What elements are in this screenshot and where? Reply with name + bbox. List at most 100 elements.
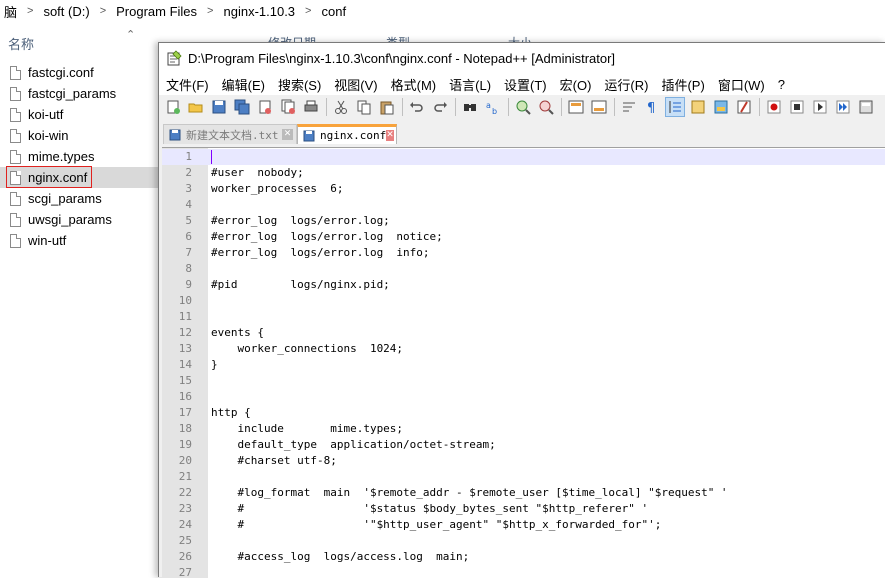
- breadcrumb-item-pc[interactable]: 脑: [0, 2, 21, 21]
- menu-format[interactable]: 格式(M): [384, 75, 443, 94]
- print-icon[interactable]: [302, 98, 320, 116]
- menu-search[interactable]: 搜索(S): [271, 75, 327, 94]
- file-item-win-utf[interactable]: win-utf: [0, 230, 160, 251]
- code-line[interactable]: 27: [162, 565, 885, 578]
- line-number: 12: [178, 326, 192, 339]
- zoom-in-icon[interactable]: [514, 98, 532, 116]
- title-bar[interactable]: D:\Program Files\nginx-1.10.3\conf\nginx…: [159, 43, 885, 73]
- menu-window[interactable]: 窗口(W): [711, 75, 771, 94]
- new-file-icon[interactable]: [164, 98, 182, 116]
- file-item-koi-utf[interactable]: koi-utf: [0, 104, 160, 125]
- function-list-icon[interactable]: [735, 98, 753, 116]
- menu-file[interactable]: 文件(F): [159, 75, 215, 94]
- code-line[interactable]: 14}: [162, 357, 885, 373]
- code-line[interactable]: 17 http {: [162, 405, 885, 421]
- file-item-uwsgi-params[interactable]: uwsgi_params: [0, 209, 160, 230]
- save-all-icon[interactable]: [233, 98, 251, 116]
- code-line[interactable]: 7 #error_log logs/error.log info;: [162, 245, 885, 261]
- redo-icon[interactable]: [431, 98, 449, 116]
- close-tab-icon[interactable]: ✕: [386, 130, 394, 141]
- code-line[interactable]: 1: [162, 149, 885, 165]
- tab-nginx-conf[interactable]: nginx.conf ✕: [297, 124, 397, 144]
- doc-map-icon[interactable]: [712, 98, 730, 116]
- code-line[interactable]: 23 # '$status $body_bytes_sent "$http_re…: [162, 501, 885, 517]
- code-line[interactable]: 25: [162, 533, 885, 549]
- menu-run[interactable]: 运行(R): [597, 75, 654, 94]
- code-line[interactable]: 4: [162, 197, 885, 213]
- code-line[interactable]: 13 worker_connections 1024;: [162, 341, 885, 357]
- undo-icon[interactable]: [408, 98, 426, 116]
- replace-icon[interactable]: ab: [484, 98, 502, 116]
- code-line[interactable]: 5 #error_log logs/error.log;: [162, 213, 885, 229]
- record-macro-icon[interactable]: [765, 98, 783, 116]
- find-icon[interactable]: [461, 98, 479, 116]
- menu-plugins[interactable]: 插件(P): [654, 75, 710, 94]
- code-line[interactable]: 6 #error_log logs/error.log notice;: [162, 229, 885, 245]
- file-item-fastcgi-conf[interactable]: fastcgi.conf: [0, 62, 160, 83]
- code-line[interactable]: 11: [162, 309, 885, 325]
- file-icon: [10, 65, 21, 80]
- breadcrumb-item-drive[interactable]: soft (D:): [39, 4, 93, 19]
- code-line[interactable]: 21: [162, 469, 885, 485]
- menu-macro[interactable]: 宏(O): [553, 75, 598, 94]
- line-text: worker_connections 1024;: [211, 342, 404, 355]
- code-line[interactable]: 18 include mime.types;: [162, 421, 885, 437]
- copy-icon[interactable]: [355, 98, 373, 116]
- zoom-out-icon[interactable]: [537, 98, 555, 116]
- line-number: 5: [185, 214, 192, 227]
- file-item-fastcgi-params[interactable]: fastcgi_params: [0, 83, 160, 104]
- close-tab-icon[interactable]: ✕: [282, 129, 293, 140]
- indent-guide-icon[interactable]: [665, 97, 685, 117]
- paste-icon[interactable]: [378, 98, 396, 116]
- play-macro-icon[interactable]: [811, 98, 829, 116]
- open-file-icon[interactable]: [187, 98, 205, 116]
- code-line[interactable]: 26 #access_log logs/access.log main;: [162, 549, 885, 565]
- line-text: #access_log logs/access.log main;: [211, 550, 470, 563]
- breadcrumb-item-nginx[interactable]: nginx-1.10.3: [219, 4, 299, 19]
- menu-help[interactable]: ?: [771, 77, 791, 92]
- line-text: #error_log logs/error.log info;: [211, 246, 430, 259]
- close-all-icon[interactable]: [279, 98, 297, 116]
- file-item-nginx-conf[interactable]: nginx.conf: [0, 166, 160, 188]
- code-line[interactable]: 15: [162, 373, 885, 389]
- column-name[interactable]: 名称: [8, 34, 34, 53]
- file-item-koi-win[interactable]: koi-win: [0, 125, 160, 146]
- stop-macro-icon[interactable]: [788, 98, 806, 116]
- code-line[interactable]: 16: [162, 389, 885, 405]
- code-line[interactable]: 22 #log_format main '$remote_addr - $rem…: [162, 485, 885, 501]
- code-line[interactable]: 3 worker_processes 6;: [162, 181, 885, 197]
- menu-settings[interactable]: 设置(T): [497, 75, 553, 94]
- sync-horizontal-icon[interactable]: [590, 98, 608, 116]
- cut-icon[interactable]: [332, 98, 350, 116]
- file-icon: [10, 107, 21, 122]
- code-line[interactable]: 9 #pid logs/nginx.pid;: [162, 277, 885, 293]
- sync-vertical-icon[interactable]: [567, 98, 585, 116]
- svg-text:a: a: [486, 101, 491, 110]
- line-number: 10: [178, 294, 192, 307]
- menu-view[interactable]: 视图(V): [327, 75, 383, 94]
- code-line[interactable]: 19 default_type application/octet-stream…: [162, 437, 885, 453]
- tab-new-text-document[interactable]: 新建文本文档.txt ✕: [163, 124, 297, 144]
- code-line[interactable]: 2 #user nobody;: [162, 165, 885, 181]
- menu-edit[interactable]: 编辑(E): [215, 75, 271, 94]
- code-editor[interactable]: 1 2 #user nobody; 3 worker_processes 6; 4 5 #er…: [162, 147, 885, 578]
- menu-language[interactable]: 语言(L): [442, 75, 497, 94]
- code-line[interactable]: 20 #charset utf-8;: [162, 453, 885, 469]
- code-line[interactable]: 10: [162, 293, 885, 309]
- file-item-mime-types[interactable]: mime.types: [0, 146, 160, 167]
- save-macro-icon[interactable]: [857, 98, 875, 116]
- file-item-scgi-params[interactable]: scgi_params: [0, 188, 160, 209]
- run-macro-multiple-icon[interactable]: [834, 98, 852, 116]
- save-icon[interactable]: [210, 98, 228, 116]
- breadcrumb-item-program-files[interactable]: Program Files: [112, 4, 201, 19]
- line-text: http {: [211, 406, 251, 419]
- close-file-icon[interactable]: [256, 98, 274, 116]
- show-all-chars-icon[interactable]: ¶: [643, 98, 661, 116]
- user-lang-icon[interactable]: [689, 98, 707, 116]
- breadcrumb-item-conf[interactable]: conf: [317, 4, 350, 19]
- code-line[interactable]: 8: [162, 261, 885, 277]
- code-line[interactable]: 12 events {: [162, 325, 885, 341]
- code-line[interactable]: 24 # '"$http_user_agent" "$http_x_forwar…: [162, 517, 885, 533]
- line-text: #error_log logs/error.log;: [211, 214, 390, 227]
- word-wrap-icon[interactable]: [620, 98, 638, 116]
